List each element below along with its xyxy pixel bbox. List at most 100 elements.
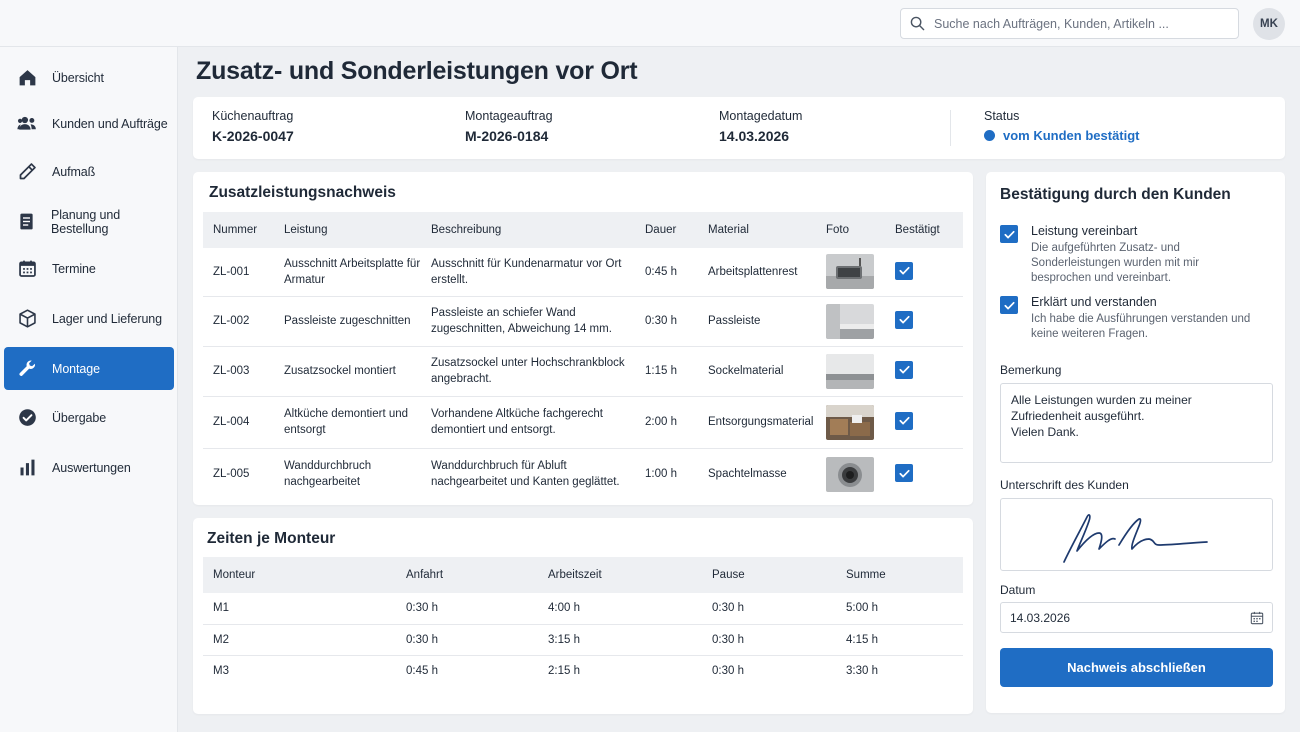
confirmed-checkbox[interactable] xyxy=(895,310,913,329)
box-icon xyxy=(16,308,38,330)
cell-confirmed[interactable] xyxy=(885,296,963,347)
search-input[interactable] xyxy=(934,16,1224,31)
cell-travel: 0:30 h xyxy=(396,593,538,625)
understood-checkbox-row[interactable]: Erklärt und verstanden Ich habe die Ausf… xyxy=(1000,295,1256,342)
table-header-row: Nummer Leistung Beschreibung Dauer Mater… xyxy=(203,212,963,248)
cell-number: ZL-004 xyxy=(203,396,274,449)
submit-proof-button[interactable]: Nachweis abschließen xyxy=(1000,648,1273,687)
sidebar-item-lager[interactable]: Lager und Lieferung xyxy=(4,297,174,340)
calendar-icon[interactable] xyxy=(1250,611,1264,625)
cell-material: Arbeitsplattenrest xyxy=(698,248,816,297)
cell-photo[interactable] xyxy=(816,396,885,449)
top-bar: MK xyxy=(0,0,1300,47)
remark-line: Zufriedenheit ausgeführt. xyxy=(1011,409,1145,423)
sidebar-item-montage[interactable]: Montage xyxy=(4,347,174,390)
cell-confirmed[interactable] xyxy=(885,248,963,297)
sidebar-item-label: Übergabe xyxy=(52,410,107,425)
cell-photo[interactable] xyxy=(816,248,885,297)
remark-textarea[interactable]: Alle Leistungen wurden zu meiner Zufried… xyxy=(1000,383,1273,463)
sidebar-item-uebergabe[interactable]: Übergabe xyxy=(4,396,174,439)
sidebar-item-uebersicht[interactable]: Übersicht xyxy=(4,56,174,99)
users-icon xyxy=(16,113,38,135)
cell-fitter: M3 xyxy=(213,664,229,677)
table-row: M3 0:45 h 2:15 h 0:30 h 3:30 h xyxy=(203,655,963,686)
sidebar-item-label: Auswertungen xyxy=(52,460,131,475)
sidebar-item-auswertungen[interactable]: Auswertungen xyxy=(4,446,174,489)
cell-number: ZL-001 xyxy=(203,248,274,297)
cell-pause: 0:30 h xyxy=(712,664,744,677)
date-input[interactable]: 14.03.2026 xyxy=(1000,602,1273,633)
cell-description: Passleiste an schiefer Wand zugeschnitte… xyxy=(421,296,635,347)
agreement-label: Leistung vereinbart xyxy=(1031,224,1138,238)
checkmark-icon xyxy=(898,316,910,324)
wall-hole-photo[interactable] xyxy=(826,456,874,492)
cell-service: Altküche demontiert und entsorgt xyxy=(274,396,421,449)
column-header: Dauer xyxy=(635,212,698,248)
document-icon xyxy=(16,211,37,233)
cell-confirmed[interactable] xyxy=(885,396,963,449)
column-header: Monteur xyxy=(203,557,396,593)
cell-number: ZL-002 xyxy=(203,296,274,347)
cell-duration: 1:00 h xyxy=(645,468,677,481)
bar-chart-icon xyxy=(16,457,38,479)
sidebar-item-label: Übersicht xyxy=(52,70,104,85)
user-avatar[interactable]: MK xyxy=(1253,8,1285,40)
checkmark-icon xyxy=(898,366,910,374)
strip-photo[interactable] xyxy=(826,303,874,339)
checkmark-icon xyxy=(898,469,910,477)
assembly-date-value: 14.03.2026 xyxy=(719,128,790,144)
cell-photo[interactable] xyxy=(816,296,885,347)
agreement-checkbox[interactable] xyxy=(1000,225,1018,243)
column-header: Anfahrt xyxy=(396,557,538,593)
remark-label: Bemerkung xyxy=(1000,363,1062,377)
cell-description: Vorhandene Altküche fachgerecht demontie… xyxy=(421,396,635,449)
search-box[interactable] xyxy=(900,8,1239,39)
cell-fitter: M2 xyxy=(203,624,396,656)
search-icon xyxy=(910,16,925,31)
table-row[interactable]: ZL-005 Wanddurchbruch nachgearbeitet Wan… xyxy=(203,448,963,500)
table-row[interactable]: ZL-001 Ausschnitt Arbeitsplatte für Arma… xyxy=(203,248,963,297)
assembly-order-info: Montageauftrag M-2026-0184 xyxy=(465,109,553,144)
status-info: Status vom Kunden bestätigt xyxy=(984,109,1140,143)
order-info-card: Küchenauftrag K-2026-0047 Montageauftrag… xyxy=(193,97,1285,159)
column-header: Foto xyxy=(816,212,885,248)
remark-line: Vielen Dank. xyxy=(1011,425,1079,439)
services-table: Nummer Leistung Beschreibung Dauer Mater… xyxy=(203,212,963,500)
table-row[interactable]: ZL-003 Zusatzsockel montiert Zusatzsocke… xyxy=(203,346,963,397)
confirmed-checkbox[interactable] xyxy=(895,360,913,379)
confirmed-checkbox[interactable] xyxy=(895,464,913,482)
understood-checkbox[interactable] xyxy=(1000,296,1018,314)
status-label: Status xyxy=(984,109,1020,123)
confirmed-checkbox[interactable] xyxy=(895,261,913,280)
sidebar-item-label: Planung und Bestellung xyxy=(51,207,121,236)
column-header: Leistung xyxy=(274,212,421,248)
agreement-description: Die aufgeführten Zusatz- und Sonderleist… xyxy=(1031,242,1200,284)
sidebar-item-kunden[interactable]: Kunden und Aufträge xyxy=(4,102,174,145)
sidebar-item-planung[interactable]: Planung und Bestellung xyxy=(4,200,174,243)
cell-photo[interactable] xyxy=(816,346,885,397)
agreement-checkbox-row[interactable]: Leistung vereinbart Die aufgeführten Zus… xyxy=(1000,224,1256,286)
table-row[interactable]: ZL-004 Altküche demontiert und entsorgt … xyxy=(203,396,963,449)
sidebar-item-aufmass[interactable]: Aufmaß xyxy=(4,150,174,193)
calendar-icon xyxy=(16,258,38,280)
cell-material: Spachtelmasse xyxy=(708,468,787,481)
cell-service: Wanddurchbruch nachgearbeitet xyxy=(284,460,372,489)
sink-photo[interactable] xyxy=(826,254,874,290)
cell-photo[interactable] xyxy=(816,448,885,500)
understood-description: Ich habe die Ausführungen verstanden und… xyxy=(1031,313,1251,340)
sidebar-item-termine[interactable]: Termine xyxy=(4,247,174,290)
cell-confirmed[interactable] xyxy=(885,448,963,500)
cell-service: Zusatzsockel montiert xyxy=(274,346,421,397)
times-title: Zeiten je Monteur xyxy=(207,530,336,547)
cell-pause: 0:30 h xyxy=(702,593,836,625)
page-title: Zusatz- und Sonderleistungen vor Ort xyxy=(196,57,638,85)
cell-material: Sockelmaterial xyxy=(698,346,816,397)
cell-description: Zusatzsockel unter Hochschrankblock ange… xyxy=(421,346,635,397)
cell-confirmed[interactable] xyxy=(885,346,963,397)
cell-number: ZL-005 xyxy=(213,468,250,481)
old-kitchen-photo[interactable] xyxy=(826,404,874,440)
plinth-photo[interactable] xyxy=(826,353,874,389)
table-row[interactable]: ZL-002 Passleiste zugeschnitten Passleis… xyxy=(203,296,963,347)
signature-pad[interactable] xyxy=(1000,498,1273,571)
confirmed-checkbox[interactable] xyxy=(895,411,913,430)
